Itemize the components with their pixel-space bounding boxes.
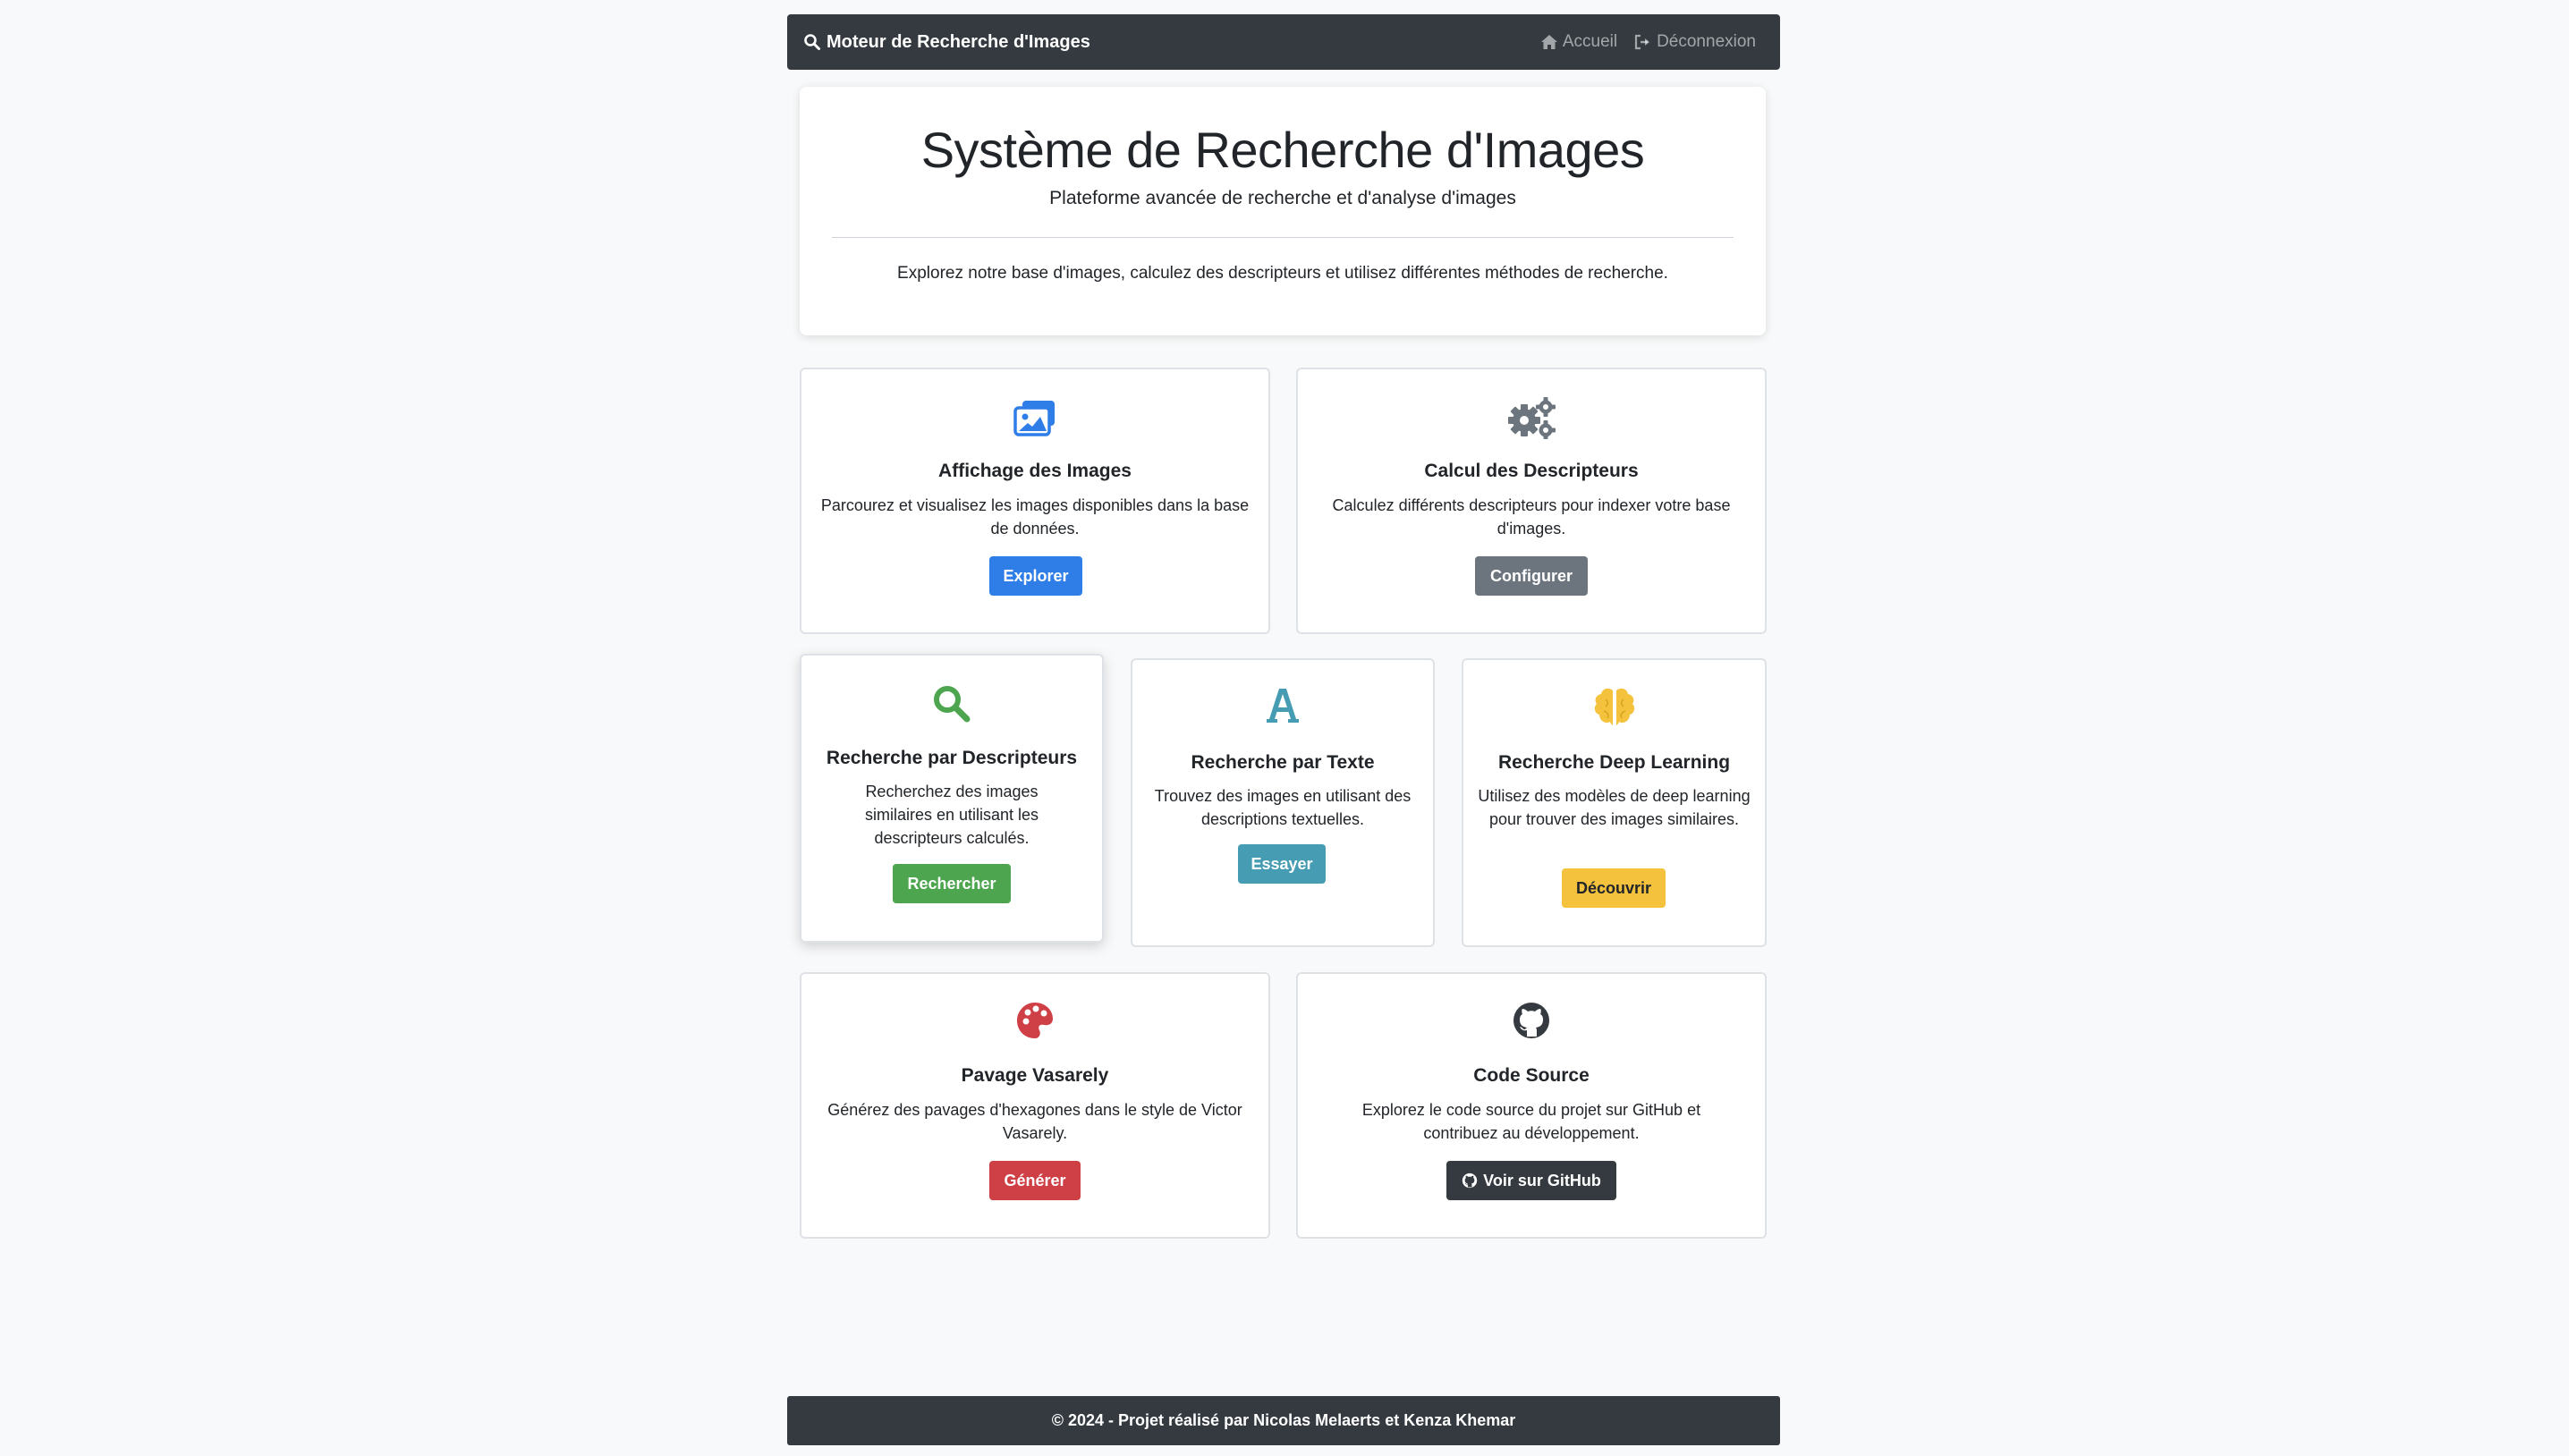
card-images-text: Parcourez et visualisez les images dispo… bbox=[820, 496, 1250, 538]
try-button[interactable]: Essayer bbox=[1238, 844, 1326, 884]
github-button-label: Voir sur GitHub bbox=[1483, 1171, 1601, 1189]
card-descriptors-text: Calculez différents descripteurs pour in… bbox=[1332, 496, 1731, 538]
github-icon bbox=[1298, 1001, 1765, 1040]
nav-link-logout-label: Déconnexion bbox=[1657, 32, 1756, 51]
footer-conjunction: et bbox=[1385, 1411, 1400, 1429]
nav-link-logout[interactable]: Déconnexion bbox=[1634, 32, 1756, 52]
navbar: Moteur de Recherche d'Images Accueil Déc… bbox=[787, 14, 1780, 70]
card-deep-learning-title: Recherche Deep Learning bbox=[1497, 752, 1731, 773]
card-search-text: Recherche par Texte Trouvez des images e… bbox=[1131, 658, 1435, 947]
page: Moteur de Recherche d'Images Accueil Déc… bbox=[0, 0, 2569, 1456]
palette-icon bbox=[801, 1001, 1268, 1040]
brand-label: Moteur de Recherche d'Images bbox=[827, 31, 1090, 52]
card-search-descriptors-title: Recherche par Descripteurs bbox=[826, 748, 1078, 768]
sign-out-icon bbox=[1634, 34, 1652, 50]
footer-author-2: Kenza Khemar bbox=[1403, 1411, 1516, 1429]
brain-icon bbox=[1463, 687, 1765, 726]
card-source: Code Source Explorez le code source du p… bbox=[1296, 972, 1767, 1239]
font-icon bbox=[1132, 687, 1433, 724]
explore-button[interactable]: Explorer bbox=[989, 556, 1082, 596]
hero-panel: Système de Recherche d'Images Plateforme… bbox=[800, 87, 1766, 335]
footer-author-1: Nicolas Melaerts bbox=[1253, 1411, 1381, 1429]
card-deep-learning: Recherche Deep Learning Utilisez des mod… bbox=[1462, 658, 1767, 947]
card-vasarely: Pavage Vasarely Générez des pavages d'he… bbox=[800, 972, 1270, 1239]
card-search-text-text: Trouvez des images en utilisant des desc… bbox=[1154, 787, 1412, 828]
page-title: Système de Recherche d'Images bbox=[920, 122, 1645, 178]
card-vasarely-text: Générez des pavages d'hexagones dans le … bbox=[827, 1101, 1242, 1142]
card-source-text: Explorez le code source du projet sur Gi… bbox=[1361, 1101, 1701, 1142]
images-icon bbox=[801, 399, 1268, 436]
card-images-title: Affichage des Images bbox=[938, 461, 1132, 481]
hero-description: Explorez notre base d'images, calculez d… bbox=[897, 264, 1668, 283]
card-vasarely-title: Pavage Vasarely bbox=[961, 1065, 1109, 1086]
card-search-descriptors: Recherche par Descripteurs Recherchez de… bbox=[800, 654, 1104, 943]
search-icon bbox=[803, 33, 821, 51]
cogs-icon bbox=[1298, 396, 1765, 439]
card-images: Affichage des Images Parcourez et visual… bbox=[800, 368, 1270, 634]
home-icon bbox=[1540, 34, 1558, 50]
nav-links: Accueil Déconnexion bbox=[1523, 32, 1756, 52]
card-search-text-title: Recherche par Texte bbox=[1191, 752, 1375, 773]
github-icon bbox=[1462, 1172, 1478, 1189]
footer: © 2024 - Projet réalisé par Nicolas Mela… bbox=[787, 1396, 1780, 1445]
generate-button[interactable]: Générer bbox=[989, 1161, 1081, 1200]
nav-link-home[interactable]: Accueil bbox=[1540, 32, 1617, 52]
nav-link-home-label: Accueil bbox=[1562, 32, 1618, 51]
github-button[interactable]: Voir sur GitHub bbox=[1446, 1161, 1616, 1200]
card-deep-learning-text: Utilisez des modèles de deep learning po… bbox=[1478, 787, 1751, 828]
discover-button[interactable]: Découvrir bbox=[1562, 868, 1666, 908]
card-source-title: Code Source bbox=[1473, 1065, 1590, 1086]
card-descriptors-title: Calcul des Descripteurs bbox=[1424, 461, 1639, 481]
search-button[interactable]: Rechercher bbox=[893, 864, 1011, 903]
footer-prefix: © 2024 - Projet réalisé par bbox=[1051, 1411, 1250, 1429]
card-descriptors: Calcul des Descripteurs Calculez différe… bbox=[1296, 368, 1767, 634]
brand-link[interactable]: Moteur de Recherche d'Images bbox=[803, 32, 1090, 53]
search-icon bbox=[801, 684, 1102, 724]
configure-button[interactable]: Configurer bbox=[1475, 556, 1588, 596]
hero-lead: Plateforme avancée de recherche et d'ana… bbox=[1049, 188, 1516, 208]
hero-divider bbox=[832, 237, 1734, 238]
card-search-descriptors-text: Recherchez des images similaires en util… bbox=[864, 783, 1039, 847]
